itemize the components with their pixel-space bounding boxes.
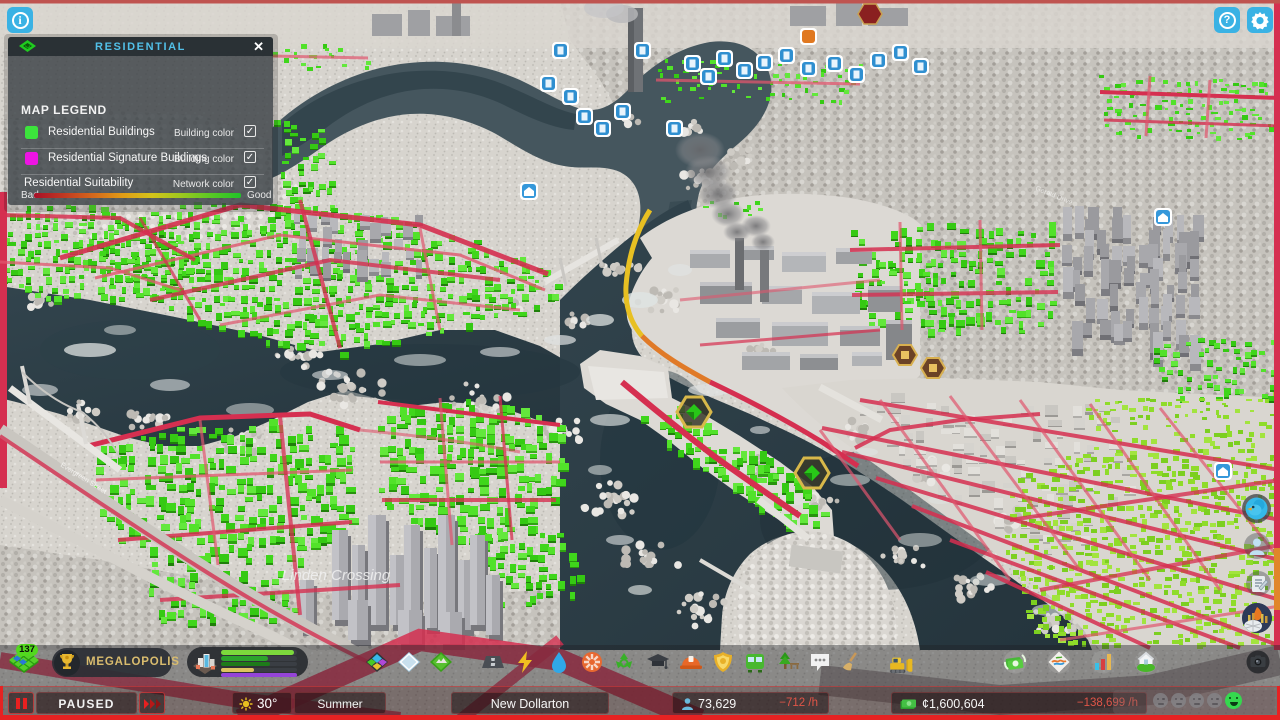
- svg-text:Linden Crossing: Linden Crossing: [282, 567, 391, 584]
